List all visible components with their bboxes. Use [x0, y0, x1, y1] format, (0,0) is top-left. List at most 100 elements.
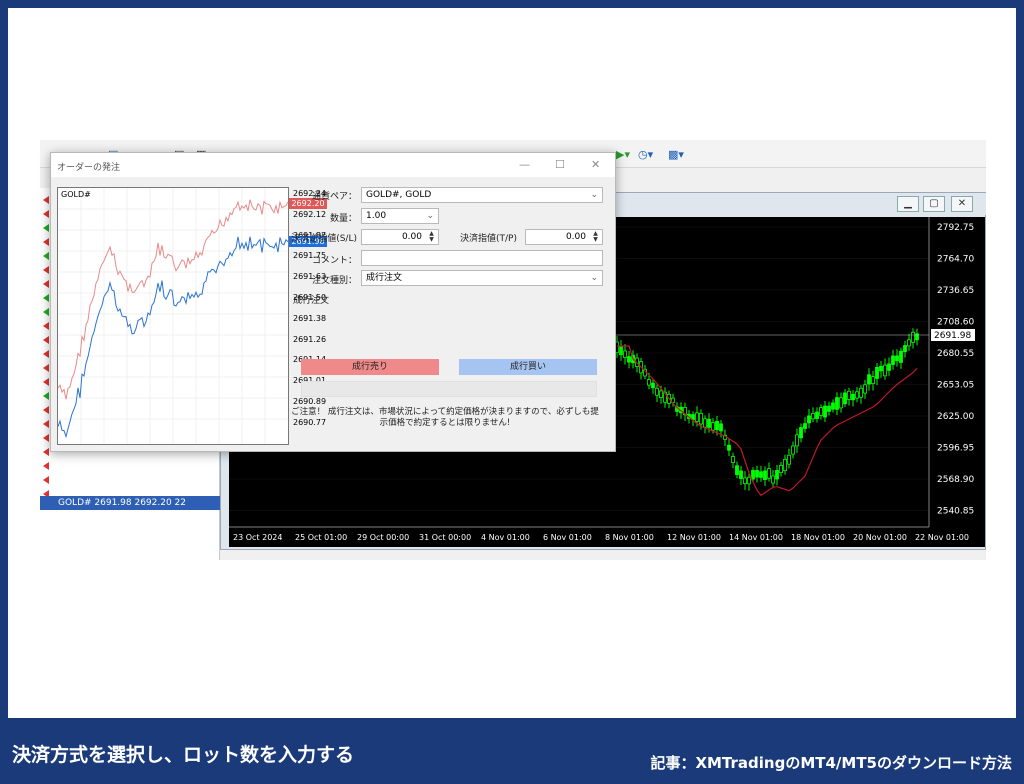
market-watch-row-selected[interactable]: GOLD# 2691.98 2692.20 22 — [40, 496, 220, 510]
tp-input[interactable]: 0.00 ▲ ▼ — [525, 229, 603, 245]
sl-input[interactable]: 0.00 ▲ ▼ — [361, 229, 439, 245]
candle — [755, 470, 759, 478]
restore-button[interactable]: ▢ — [923, 196, 945, 212]
candle — [771, 475, 775, 484]
candle — [879, 365, 883, 372]
tick-chart-symbol: GOLD# — [61, 190, 91, 199]
chart-template-icon[interactable]: ▩▾ — [668, 148, 684, 164]
order-type-label: 注文種別： — [311, 276, 357, 286]
disabled-order-bar — [301, 381, 597, 397]
candle — [827, 405, 831, 412]
candle — [859, 387, 863, 398]
candle — [823, 405, 827, 418]
time-axis-tick: 8 Nov 01:00 — [605, 533, 654, 542]
caption: 決済方式を選択し、ロット数を入力する — [12, 744, 355, 766]
candle — [799, 427, 803, 439]
candle — [895, 355, 899, 362]
close-icon[interactable]: ✕ — [591, 158, 600, 171]
sl-label: 決済逆指値(S/L) — [291, 234, 357, 244]
candle — [891, 355, 895, 365]
spinner-icon[interactable]: ▲ ▼ — [590, 231, 601, 243]
candle — [843, 392, 847, 405]
close-button[interactable]: ✕ — [951, 196, 973, 212]
candle — [803, 423, 807, 429]
candle — [731, 456, 735, 464]
candle — [719, 423, 723, 432]
chevron-down-icon: ⌄ — [590, 190, 598, 200]
down-arrow-icon — [43, 434, 49, 442]
time-axis-tick: 12 Nov 01:00 — [667, 533, 721, 542]
order-type-select[interactable]: 成行注文 ⌄ — [361, 270, 603, 286]
time-axis-tick: 18 Nov 01:00 — [791, 533, 845, 542]
candle — [791, 445, 795, 455]
autotrading-icon[interactable]: ▶▾ — [616, 148, 630, 164]
minimize-icon[interactable]: — — [519, 158, 530, 171]
candle — [835, 397, 839, 410]
candle — [707, 418, 711, 428]
time-axis-tick: 4 Nov 01:00 — [481, 533, 530, 542]
current-price-label: 2691.98 — [934, 331, 971, 341]
candle — [907, 339, 911, 347]
tp-value: 0.00 — [565, 232, 586, 242]
candle — [747, 476, 751, 485]
price-scale-tick: 2691.38 — [293, 313, 327, 323]
candle — [775, 470, 779, 480]
price-axis-tick: 2596.95 — [937, 444, 974, 454]
volume-select[interactable]: 1.00 ⌄ — [361, 208, 439, 224]
down-arrow-icon — [43, 280, 49, 288]
price-scale-tick: 2691.26 — [293, 334, 327, 344]
spinner-icon[interactable]: ▲ ▼ — [426, 231, 437, 243]
down-arrow-icon — [43, 462, 49, 470]
candle — [751, 470, 755, 480]
candle — [655, 387, 659, 396]
order-type-value: 成行注文 — [366, 273, 403, 283]
symbol-value: GOLD#, GOLD — [366, 190, 432, 200]
down-arrow-icon — [43, 406, 49, 414]
candle — [763, 470, 767, 481]
down-arrow-icon — [43, 378, 49, 386]
candle — [811, 412, 815, 420]
sl-value: 0.00 — [401, 232, 422, 242]
candle — [871, 376, 875, 385]
candle — [715, 421, 719, 430]
candle — [695, 412, 699, 422]
candle — [659, 390, 663, 398]
down-arrow-icon — [43, 476, 49, 484]
candle — [783, 458, 787, 472]
candle — [651, 382, 655, 389]
volume-value: 1.00 — [366, 211, 387, 221]
down-arrow-icon — [43, 210, 49, 218]
candle — [619, 345, 623, 356]
candle — [623, 350, 627, 358]
market-buy-button[interactable]: 成行買い — [459, 359, 597, 375]
up-arrow-icon — [43, 308, 49, 316]
down-arrow-icon — [43, 196, 49, 204]
tick-chart: GOLD# — [57, 187, 289, 445]
symbol-select[interactable]: GOLD#, GOLD ⌄ — [361, 187, 603, 203]
minimize-button[interactable]: ▁ — [897, 196, 919, 212]
tp-label: 決済指値(T/P) — [460, 234, 517, 244]
down-arrow-icon — [43, 266, 49, 274]
clock-icon[interactable]: ◷▾ — [638, 148, 653, 164]
market-sell-button[interactable]: 成行売り — [301, 359, 439, 375]
down-arrow-icon — [43, 364, 49, 372]
price-axis-tick: 2625.00 — [937, 412, 974, 422]
comment-input[interactable] — [361, 250, 603, 266]
candle — [863, 384, 867, 394]
candle — [727, 444, 731, 451]
maximize-icon[interactable]: ☐ — [555, 158, 565, 171]
down-arrow-icon — [43, 350, 49, 358]
candle — [819, 407, 823, 416]
price-axis-tick: 2540.85 — [937, 507, 974, 517]
candle — [903, 345, 907, 353]
price-axis-tick: 2568.90 — [937, 475, 974, 485]
warning-note: ご注意！ 成行注文は、市場状況によって約定価格が決まりますので、必ずしも提示価格… — [291, 407, 599, 428]
symbol-label: 通貨ペア： — [311, 192, 357, 202]
candle — [855, 391, 859, 399]
section-title: 成行注文 — [293, 296, 330, 306]
candle — [815, 411, 819, 419]
candle — [911, 331, 915, 343]
time-axis-tick: 25 Oct 01:00 — [295, 533, 347, 542]
candle — [735, 465, 739, 476]
dialog-title: オーダーの発注 — [57, 163, 121, 173]
